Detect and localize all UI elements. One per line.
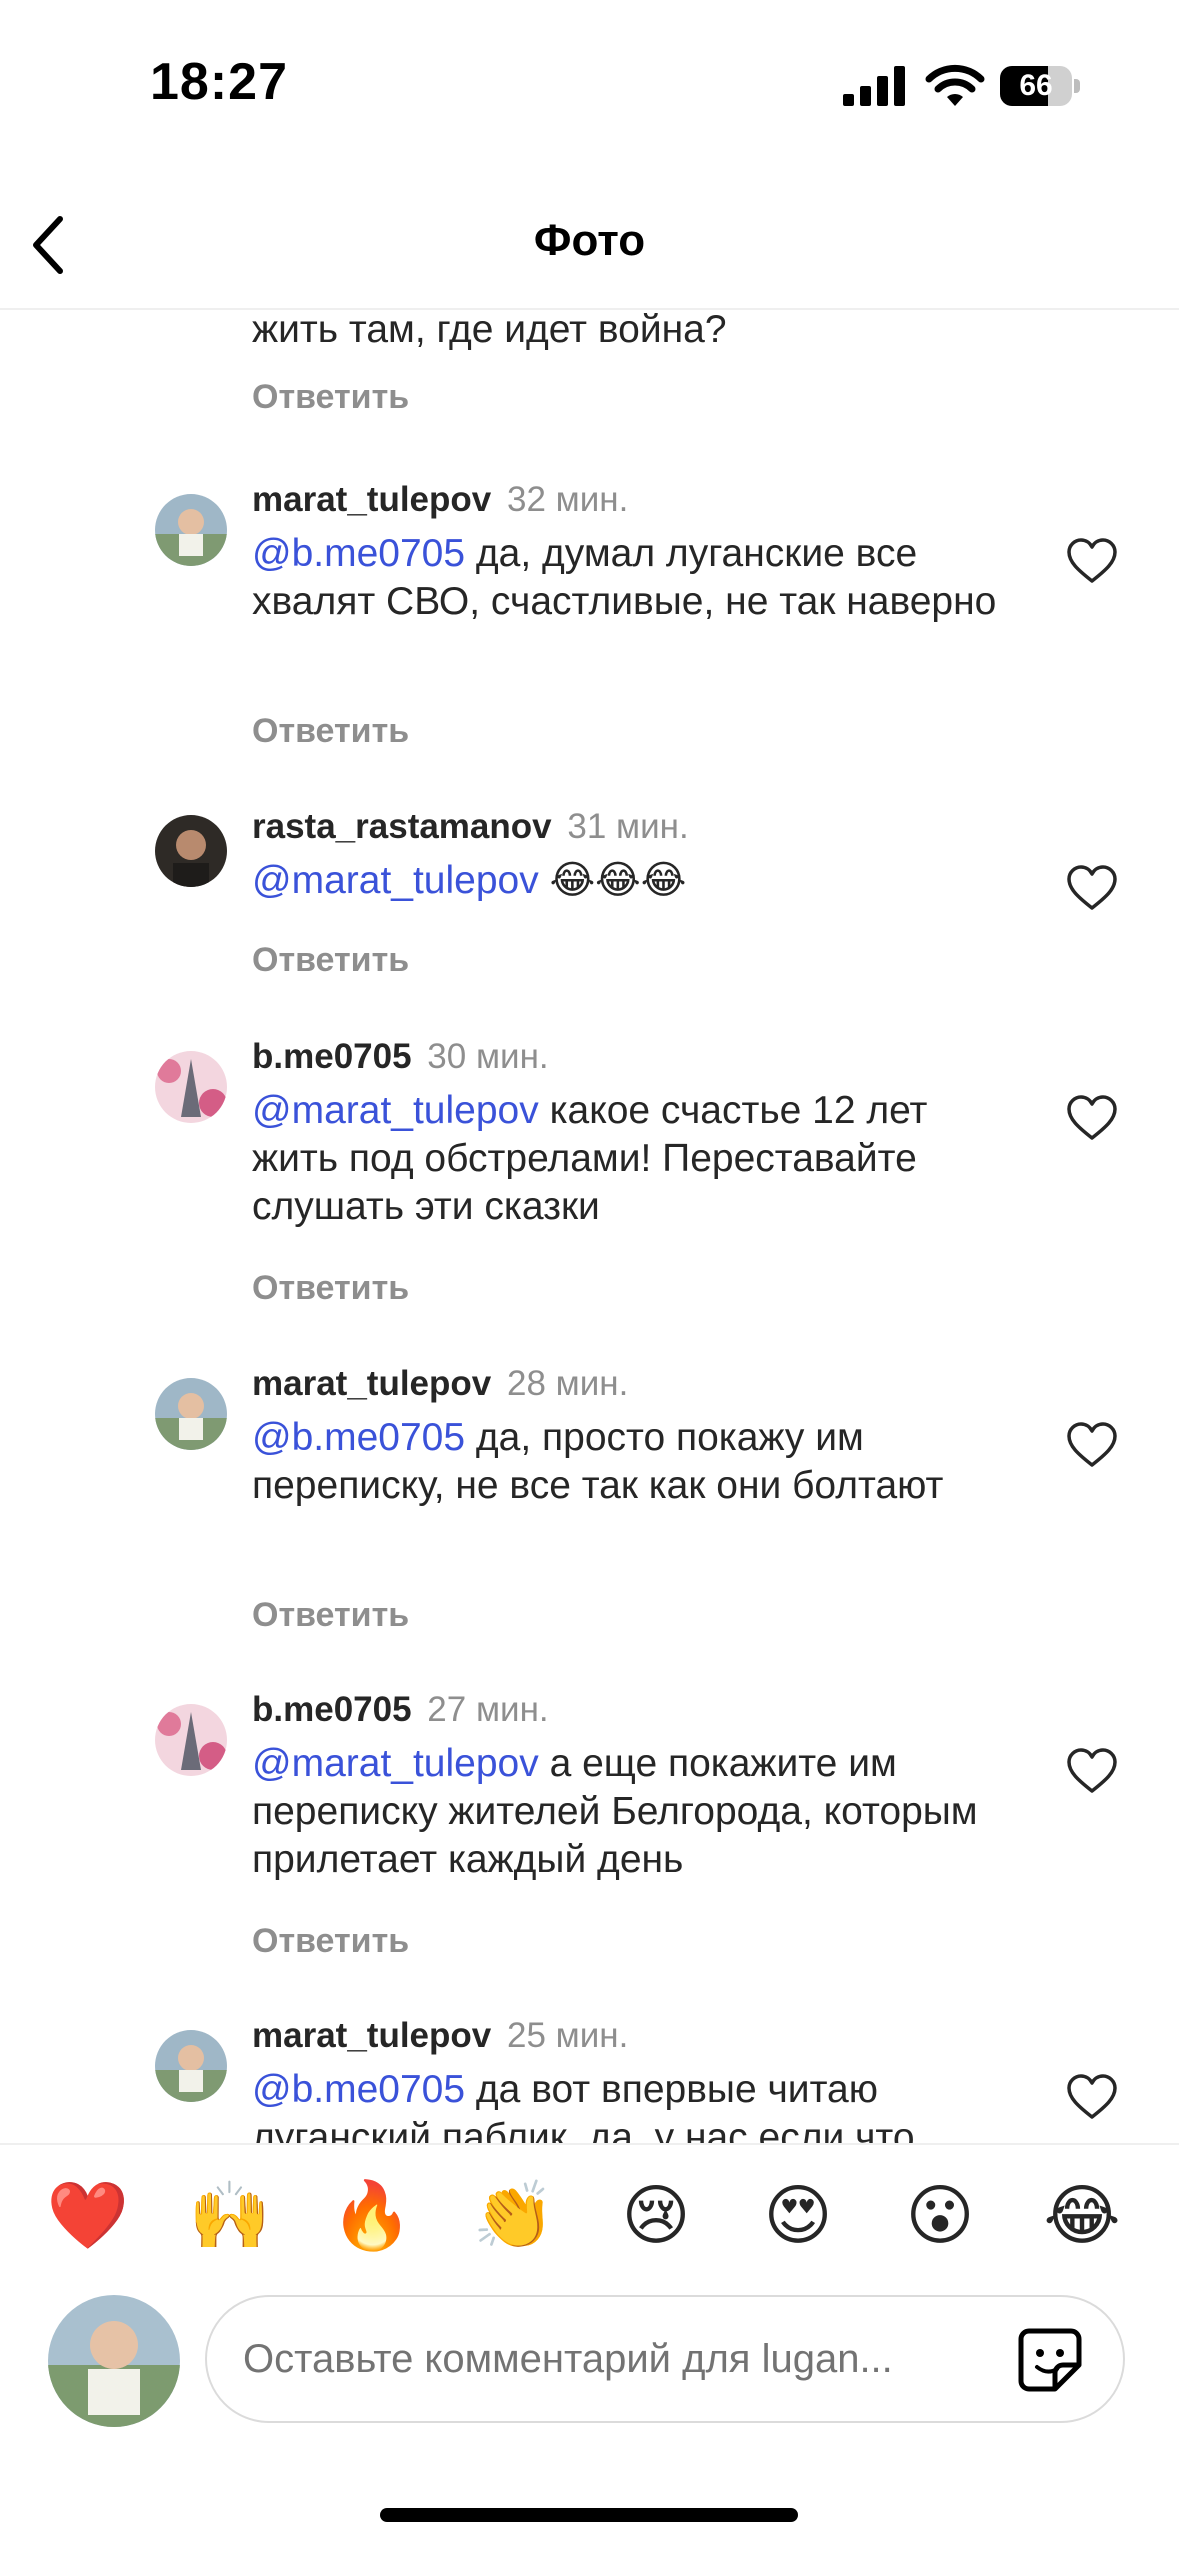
reaction-crying[interactable]: 😢: [608, 2167, 704, 2263]
comment-header: marat_tulepov 28 мин.: [252, 1362, 628, 1406]
mention-link[interactable]: @marat_tulepov: [252, 1089, 539, 1132]
comment-input[interactable]: Оставьте комментарий для lugan...: [205, 2295, 1125, 2423]
avatar[interactable]: [155, 815, 227, 887]
avatar-image: [155, 815, 227, 887]
status-time: 18:27: [150, 53, 288, 111]
comment-body: 😂😂😂: [549, 859, 687, 902]
comment-username[interactable]: b.me0705: [252, 1037, 412, 1076]
comment-time: 32 мин.: [506, 480, 629, 519]
reply-button[interactable]: Ответить: [252, 712, 409, 751]
battery-tip: [1074, 79, 1080, 93]
comments-list[interactable]: жить там, где идет война? Ответить marat…: [0, 308, 1179, 2143]
comment-header: rasta_rastamanov 31 мин.: [252, 805, 689, 849]
sticker-icon[interactable]: [1015, 2325, 1085, 2395]
comment-text: @b.me0705 да, думал луганские все хвалят…: [252, 530, 1022, 626]
avatar[interactable]: [155, 1704, 227, 1776]
comment-text: @marat_tulepov какое счастье 12 лет жить…: [252, 1087, 1022, 1231]
comment-header: marat_tulepov 32 мин.: [252, 478, 628, 522]
reaction-fire[interactable]: 🔥: [324, 2167, 420, 2263]
heart-icon[interactable]: [1066, 538, 1118, 584]
comment-time: 30 мин.: [427, 1037, 549, 1076]
battery-percent: 66: [1019, 69, 1053, 102]
reply-button[interactable]: Ответить: [252, 1922, 409, 1961]
cellular-signal-icon: [843, 66, 905, 106]
mention-link[interactable]: @marat_tulepov: [252, 859, 539, 902]
avatar-image: [155, 1051, 227, 1123]
battery-body: 66: [1000, 66, 1072, 106]
mention-link[interactable]: @b.me0705: [252, 532, 465, 575]
header: Фото: [0, 170, 1179, 310]
reply-button[interactable]: Ответить: [252, 1596, 409, 1635]
avatar[interactable]: [155, 1378, 227, 1450]
comment-text: жить там, где идет война?: [252, 308, 727, 351]
heart-icon[interactable]: [1066, 1095, 1118, 1141]
wifi-icon: [925, 64, 985, 106]
reaction-laughing[interactable]: 😂: [1034, 2167, 1130, 2263]
mention-link[interactable]: @b.me0705: [252, 2068, 465, 2111]
comment-header: b.me0705 30 мин.: [252, 1035, 549, 1079]
heart-icon[interactable]: [1066, 2074, 1118, 2120]
comment-input-placeholder: Оставьте комментарий для lugan...: [243, 2337, 893, 2381]
comment-text: @marat_tulepov 😂😂😂: [252, 857, 1022, 905]
home-indicator: [380, 2508, 798, 2522]
avatar-image: [155, 494, 227, 566]
avatar[interactable]: [155, 2030, 227, 2102]
heart-icon[interactable]: [1066, 1422, 1118, 1468]
heart-icon[interactable]: [1066, 865, 1118, 911]
quick-reactions-bar: ❤️ 🙌 🔥 👏 😢 😍 😮 😂: [0, 2143, 1179, 2287]
avatar-image: [155, 2030, 227, 2102]
reaction-heart[interactable]: ❤️: [40, 2167, 136, 2263]
comment-text: @marat_tulepov а еще покажите им перепис…: [252, 1740, 1022, 1884]
avatar[interactable]: [155, 1051, 227, 1123]
comment-time: 31 мин.: [567, 807, 689, 846]
avatar-image: [48, 2295, 180, 2427]
reaction-clapping[interactable]: 👏: [466, 2167, 562, 2263]
avatar-image: [155, 1378, 227, 1450]
reply-button[interactable]: Ответить: [252, 378, 409, 417]
avatar-image: [155, 1704, 227, 1776]
comment-header: marat_tulepov 25 мин.: [252, 2014, 628, 2058]
comment-username[interactable]: marat_tulepov: [252, 2016, 491, 2055]
reply-button[interactable]: Ответить: [252, 941, 409, 980]
reaction-raising-hands[interactable]: 🙌: [182, 2167, 278, 2263]
avatar[interactable]: [155, 494, 227, 566]
comment-header: b.me0705 27 мин.: [252, 1688, 549, 1732]
comment-time: 28 мин.: [506, 1364, 629, 1403]
comment-username[interactable]: marat_tulepov: [252, 480, 491, 519]
mention-link[interactable]: @marat_tulepov: [252, 1742, 539, 1785]
comment-time: 25 мин.: [506, 2016, 629, 2055]
comment-text: @b.me0705 да вот впервые читаю луганский…: [252, 2066, 1022, 2143]
heart-icon[interactable]: [1066, 1748, 1118, 1794]
comment-username[interactable]: marat_tulepov: [252, 1364, 491, 1403]
status-bar: 18:27 66: [0, 0, 1179, 170]
current-user-avatar: [48, 2295, 180, 2427]
comment-time: 27 мин.: [427, 1690, 549, 1729]
page-title: Фото: [533, 216, 646, 265]
comment-username[interactable]: rasta_rastamanov: [252, 807, 552, 846]
battery-indicator: 66: [1000, 66, 1082, 106]
mention-link[interactable]: @b.me0705: [252, 1416, 465, 1459]
reaction-surprised[interactable]: 😮: [892, 2167, 988, 2263]
comment-text: @b.me0705 да, просто покажу им переписку…: [252, 1414, 1022, 1510]
reaction-heart-eyes[interactable]: 😍: [750, 2167, 846, 2263]
reply-button[interactable]: Ответить: [252, 1269, 409, 1308]
comment-composer: Оставьте комментарий для lugan...: [0, 2285, 1179, 2440]
comment-username[interactable]: b.me0705: [252, 1690, 412, 1729]
